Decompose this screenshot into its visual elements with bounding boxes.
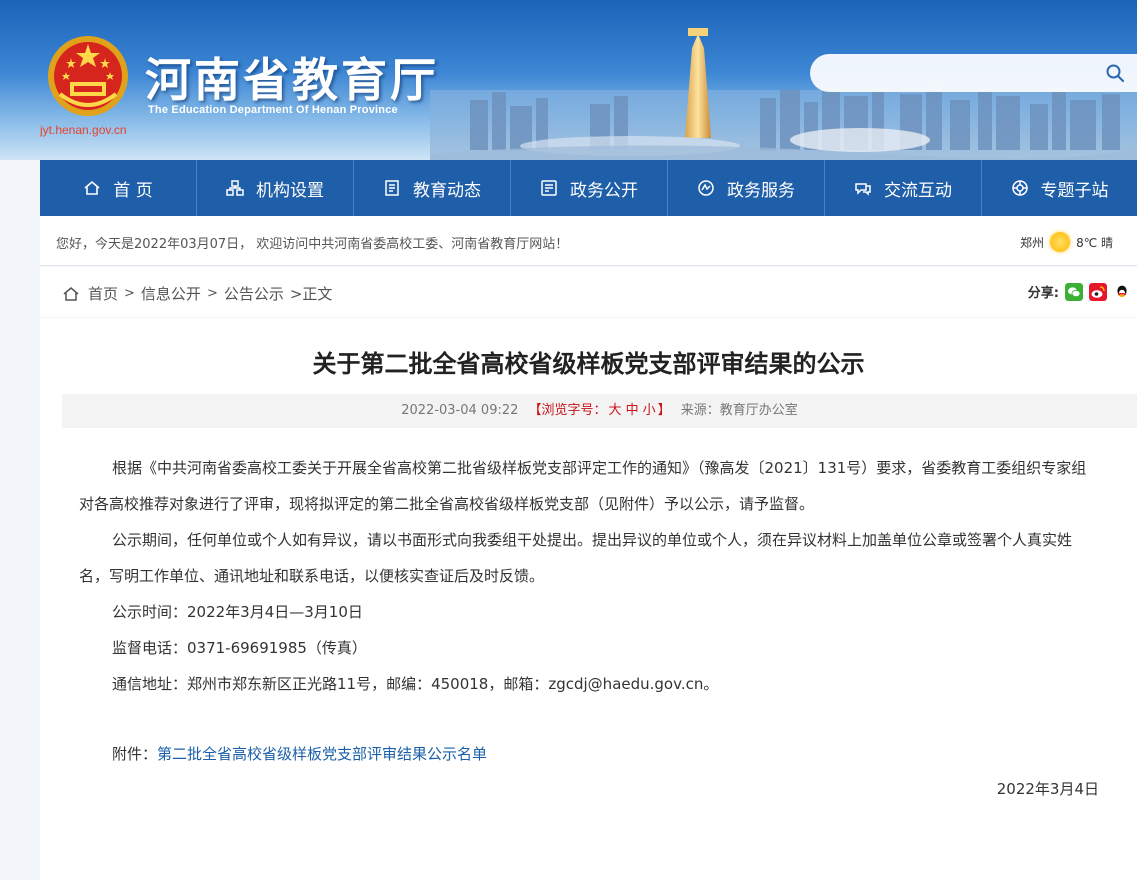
nav-item-subsite[interactable]: 专题子站 bbox=[982, 160, 1137, 216]
nav-label: 机构设置 bbox=[256, 180, 324, 201]
article-source: 来源：教育厅办公室 bbox=[680, 403, 798, 418]
share-bar: 分享: bbox=[1028, 282, 1131, 301]
greeting-text: 您好，今天是2022年03月07日， 欢迎访问中共河南省委高校工委、河南省教育厅… bbox=[56, 237, 569, 252]
font-size-large-button[interactable]: 大 bbox=[609, 403, 622, 418]
breadcrumb-current: >正文 bbox=[289, 285, 333, 303]
main-nav: 首 页 机构设置 教育动态 政务公开 政务服务 交流互动 专题子站 bbox=[40, 160, 1137, 216]
nav-label: 首 页 bbox=[113, 180, 153, 201]
nav-item-news[interactable]: 教育动态 bbox=[354, 160, 511, 216]
search-input[interactable] bbox=[810, 54, 1137, 92]
weather-widget: 郑州 8℃ 晴 bbox=[1020, 232, 1113, 252]
org-icon bbox=[226, 180, 244, 196]
article-paragraph: 公示期间，任何单位或个人如有异议，请以书面形式向我委组干处提出。提出异议的单位或… bbox=[79, 531, 1073, 585]
breadcrumb-announcements[interactable]: 公告公示 bbox=[224, 283, 284, 304]
article-paragraph: 公示时间：2022年3月4日—3月10日 bbox=[112, 603, 363, 621]
breadcrumb-separator: > bbox=[206, 286, 218, 301]
nav-item-interaction[interactable]: 交流互动 bbox=[825, 160, 982, 216]
public-icon bbox=[541, 180, 557, 196]
weibo-share-icon[interactable] bbox=[1089, 282, 1107, 301]
breadcrumb-info-public[interactable]: 信息公开 bbox=[141, 283, 201, 304]
weather-value: 8℃ 晴 bbox=[1076, 235, 1113, 250]
nav-item-public[interactable]: 政务公开 bbox=[511, 160, 668, 216]
nav-item-home[interactable]: 首 页 bbox=[40, 160, 197, 216]
nav-label: 政务公开 bbox=[570, 180, 638, 201]
site-title: 河南省教育厅 bbox=[145, 53, 439, 107]
service-icon bbox=[698, 180, 714, 196]
share-label: 分享: bbox=[1027, 286, 1059, 301]
article-title: 关于第二批全省高校省级样板党支部评审结果的公示 bbox=[312, 350, 865, 378]
search-icon[interactable] bbox=[1105, 63, 1125, 83]
wechat-share-icon[interactable] bbox=[1065, 282, 1083, 301]
news-icon bbox=[385, 180, 399, 196]
home-icon bbox=[63, 286, 79, 301]
site-url[interactable]: jyt.henan.gov.cn bbox=[40, 123, 127, 137]
site-header: 河南省教育厅 The Education Department Of Henan… bbox=[0, 0, 1137, 160]
article-paragraph: 监督电话：0371-69691985（传真） bbox=[112, 639, 367, 657]
font-size-small-button[interactable]: 小 bbox=[643, 403, 656, 418]
article-container: 关于第二批全省高校省级样板党支部评审结果的公示 2022-03-04 09:22… bbox=[40, 318, 1137, 880]
article-paragraph: 根据《中共河南省委高校工委关于开展全省高校第二批省级样板党支部评定工作的通知》（… bbox=[79, 459, 1087, 513]
font-size-medium-button[interactable]: 中 bbox=[626, 403, 639, 418]
subsite-icon bbox=[1011, 180, 1028, 196]
nav-label: 交流互动 bbox=[884, 180, 952, 201]
attachment-line: 附件：第二批全省高校省级样板党支部评审结果公示名单 bbox=[79, 736, 1099, 772]
nav-item-org[interactable]: 机构设置 bbox=[197, 160, 354, 216]
signature-date: 2022年3月4日 bbox=[996, 780, 1099, 798]
nav-label: 专题子站 bbox=[1040, 180, 1109, 201]
article-paragraph: 通信地址：郑州市郑东新区正光路11号，邮编：450018，邮箱：zgcdj@ha… bbox=[112, 675, 719, 693]
breadcrumb: 首页 > 信息公开 > 公告公示 >正文 bbox=[62, 283, 332, 304]
attachment-link[interactable]: 第二批全省高校省级样板党支部评审结果公示名单 bbox=[157, 745, 487, 763]
national-emblem-logo bbox=[48, 36, 128, 116]
article-meta: 2022-03-04 09:22 【浏览字号：大中小】 来源：教育厅办公室 bbox=[62, 394, 1137, 428]
nav-item-service[interactable]: 政务服务 bbox=[668, 160, 825, 216]
article-body: 根据《中共河南省委高校工委关于开展全省高校第二批省级样板党支部评定工作的通知》（… bbox=[79, 450, 1099, 772]
breadcrumb-bar: 首页 > 信息公开 > 公告公示 >正文 分享: bbox=[40, 267, 1137, 317]
breadcrumb-home[interactable]: 首页 bbox=[88, 283, 118, 304]
attachment-label: 附件： bbox=[112, 745, 158, 763]
nav-label: 政务服务 bbox=[727, 180, 795, 201]
home-icon bbox=[84, 180, 100, 195]
sun-icon bbox=[1050, 232, 1071, 252]
nav-label: 教育动态 bbox=[413, 180, 481, 201]
qq-share-icon[interactable] bbox=[1113, 282, 1131, 301]
weather-city: 郑州 bbox=[1020, 235, 1045, 250]
site-subtitle: The Education Department Of Henan Provin… bbox=[148, 104, 398, 116]
font-size-label: 【浏览字号： bbox=[528, 403, 607, 418]
interaction-icon bbox=[855, 183, 871, 196]
breadcrumb-separator: > bbox=[124, 286, 135, 301]
font-size-label-end: 】 bbox=[657, 403, 671, 418]
greeting-bar: 您好，今天是2022年03月07日， 欢迎访问中共河南省委高校工委、河南省教育厅… bbox=[40, 216, 1137, 266]
publish-date: 2022-03-04 09:22 bbox=[401, 403, 519, 418]
